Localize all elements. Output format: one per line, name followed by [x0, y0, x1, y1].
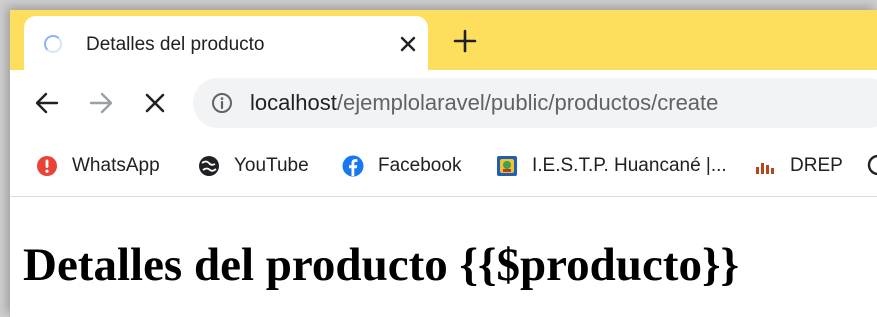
- close-icon[interactable]: [396, 32, 420, 56]
- bookmark-drep[interactable]: DREP: [754, 136, 843, 196]
- bookmark-iestp-huancane[interactable]: I.E.S.T.P. Huancané |...: [496, 136, 727, 196]
- new-tab-plus-icon[interactable]: [452, 28, 478, 54]
- back-arrow-icon[interactable]: [32, 88, 62, 118]
- url-host: localhost: [250, 90, 337, 115]
- bookmark-label: WhatsApp: [72, 155, 160, 176]
- youtube-icon: [199, 156, 219, 176]
- browser-window: Detalles del producto localhost/ejemplol…: [10, 10, 877, 317]
- bookmark-facebook[interactable]: Facebook: [342, 136, 461, 196]
- bookmark-label: I.E.S.T.P. Huancané |...: [532, 155, 727, 176]
- tab-strip: Detalles del producto: [10, 10, 877, 70]
- facebook-icon: [342, 155, 364, 177]
- info-icon[interactable]: [211, 92, 233, 114]
- iestp-huancane-icon: [497, 156, 517, 176]
- tab-title: Detalles del producto: [86, 34, 265, 55]
- bookmark-label: YouTube: [234, 155, 309, 176]
- url-text[interactable]: localhost/ejemplolaravel/public/producto…: [250, 90, 718, 116]
- loading-spinner-icon: [44, 35, 62, 53]
- url-path: /ejemplolaravel/public/productos/create: [336, 90, 719, 115]
- browser-toolbar: localhost/ejemplolaravel/public/producto…: [10, 70, 877, 136]
- page-title: Detalles del producto {{$producto}}: [23, 239, 739, 291]
- bookmark-label: DREP: [790, 155, 843, 176]
- address-bar[interactable]: localhost/ejemplolaravel/public/producto…: [193, 78, 877, 128]
- bookmarks-bar: WhatsApp YouTube Facebook I.E.S.T.P. Hua…: [10, 136, 877, 197]
- forward-arrow-icon[interactable]: [86, 88, 116, 118]
- bookmark-label: Facebook: [378, 155, 462, 176]
- bookmark-partial-icon[interactable]: [867, 154, 877, 176]
- stop-loading-icon[interactable]: [140, 88, 170, 118]
- whatsapp-icon: [37, 156, 57, 176]
- bookmark-whatsapp[interactable]: WhatsApp: [36, 136, 160, 196]
- bookmark-youtube[interactable]: YouTube: [198, 136, 309, 196]
- tab-active[interactable]: Detalles del producto: [24, 16, 428, 70]
- drep-icon: [756, 163, 774, 174]
